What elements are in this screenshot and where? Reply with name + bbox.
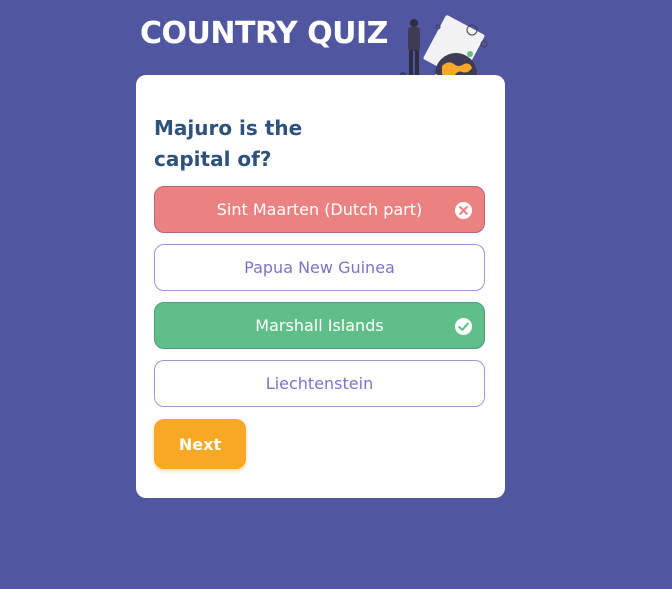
answer-option[interactable]: Liechtenstein <box>154 360 485 407</box>
x-circle-icon <box>454 201 473 220</box>
answer-option-label: Liechtenstein <box>265 374 374 393</box>
quiz-page: COUNTRY QUIZ Majuro is the capital of? S… <box>0 0 672 589</box>
next-button[interactable]: Next <box>154 419 246 469</box>
answer-option-correct[interactable]: Marshall Islands <box>154 302 485 349</box>
quiz-card: Majuro is the capital of? Sint Maarten (… <box>136 75 505 498</box>
question-text: Majuro is the capital of? <box>154 116 303 171</box>
answer-option-label: Marshall Islands <box>255 316 384 335</box>
answer-option-label: Sint Maarten (Dutch part) <box>216 200 423 219</box>
answer-option-label: Papua New Guinea <box>244 258 395 277</box>
check-circle-icon <box>454 317 473 336</box>
answer-option[interactable]: Papua New Guinea <box>154 244 485 291</box>
app-title: COUNTRY QUIZ <box>140 16 388 51</box>
answer-option-wrong[interactable]: Sint Maarten (Dutch part) <box>154 186 485 233</box>
